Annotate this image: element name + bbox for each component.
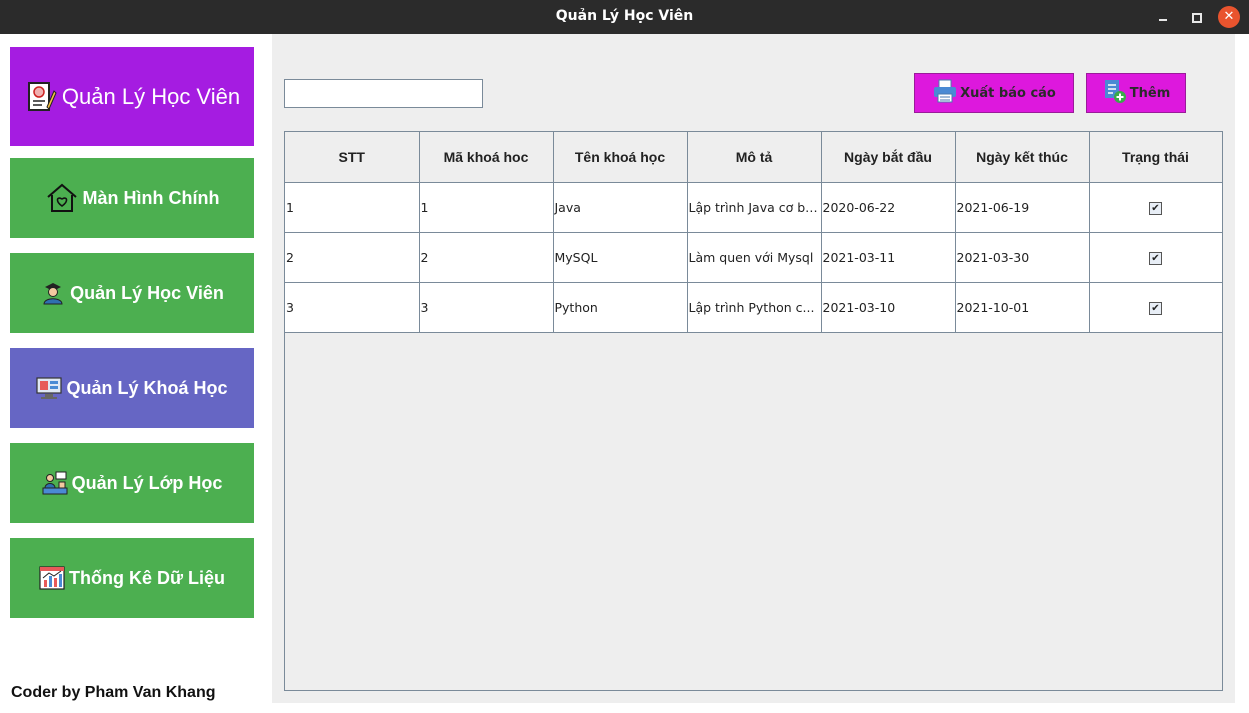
cell-course-name[interactable]: Java bbox=[553, 182, 688, 233]
sidebar: Quản Lý Học Viên Màn Hình Chính Quản Lý … bbox=[0, 34, 272, 713]
sidebar-item-students[interactable]: Quản Lý Học Viên bbox=[10, 253, 254, 333]
cell-start-date[interactable]: 2020-06-22 bbox=[821, 182, 956, 233]
sidebar-item-label: Quản Lý Lớp Học bbox=[71, 472, 223, 493]
sidebar-item-courses[interactable]: Quản Lý Khoá Học bbox=[10, 348, 254, 428]
status-checkbox[interactable]: ✔ bbox=[1149, 202, 1162, 215]
window-edge bbox=[1235, 34, 1249, 713]
table-row[interactable]: 1 1 Java Lập trình Java cơ bản 2020-06-2… bbox=[285, 182, 1223, 233]
cell-end-date[interactable]: 2021-03-30 bbox=[955, 232, 1090, 283]
sidebar-item-statistics[interactable]: Thống Kê Dữ Liệu bbox=[10, 538, 254, 618]
column-header-end-date[interactable]: Ngày kết thúc bbox=[955, 132, 1090, 183]
add-button[interactable]: Thêm bbox=[1086, 73, 1186, 113]
cell-start-date[interactable]: 2021-03-10 bbox=[821, 282, 956, 333]
cell-stt[interactable]: 1 bbox=[285, 182, 420, 233]
sidebar-item-classes[interactable]: Quản Lý Lớp Học bbox=[10, 443, 254, 523]
sidebar-item-label: Quản Lý Học Viên bbox=[70, 282, 224, 303]
add-label: Thêm bbox=[1129, 85, 1171, 101]
title-bar: Quản Lý Học Viên ✕ bbox=[0, 0, 1249, 34]
cell-course-code[interactable]: 3 bbox=[419, 282, 554, 333]
main-panel: Xuất báo cáo Thêm STT Mã khoá hoc Tên kh… bbox=[272, 34, 1235, 703]
home-icon bbox=[45, 181, 79, 215]
export-report-label: Xuất báo cáo bbox=[960, 85, 1056, 101]
cell-course-code[interactable]: 2 bbox=[419, 232, 554, 283]
column-header-status[interactable]: Trạng thái bbox=[1089, 132, 1223, 183]
add-document-icon bbox=[1102, 78, 1128, 108]
table-row[interactable]: 2 2 MySQL Làm quen với Mysql 2021-03-11 … bbox=[285, 232, 1223, 283]
cell-stt[interactable]: 3 bbox=[285, 282, 420, 333]
cell-description[interactable]: Làm quen với Mysql bbox=[687, 232, 822, 283]
courses-table[interactable]: STT Mã khoá hoc Tên khoá học Mô tả Ngày … bbox=[284, 131, 1223, 691]
status-checkbox[interactable]: ✔ bbox=[1149, 302, 1162, 315]
table-header-row: STT Mã khoá hoc Tên khoá học Mô tả Ngày … bbox=[285, 132, 1223, 183]
status-checkbox[interactable]: ✔ bbox=[1149, 252, 1162, 265]
minimize-icon[interactable] bbox=[1152, 6, 1174, 28]
cell-status[interactable]: ✔ bbox=[1089, 282, 1223, 333]
sidebar-header[interactable]: Quản Lý Học Viên bbox=[10, 47, 254, 146]
maximize-icon[interactable] bbox=[1185, 6, 1207, 28]
cell-course-code[interactable]: 1 bbox=[419, 182, 554, 233]
footer-credit: Coder by Pham Van Khang bbox=[11, 684, 216, 701]
cell-end-date[interactable]: 2021-06-19 bbox=[955, 182, 1090, 233]
cell-course-name[interactable]: MySQL bbox=[553, 232, 688, 283]
column-header-stt[interactable]: STT bbox=[285, 132, 420, 183]
statistics-icon bbox=[39, 565, 65, 591]
printer-icon bbox=[932, 78, 958, 108]
cell-description[interactable]: Lập trình Java cơ bản bbox=[687, 182, 822, 233]
sidebar-header-label: Quản Lý Học Viên bbox=[61, 83, 241, 109]
cell-course-name[interactable]: Python bbox=[553, 282, 688, 333]
window-title: Quản Lý Học Viên bbox=[555, 8, 694, 24]
student-icon bbox=[40, 280, 66, 306]
classroom-icon bbox=[42, 470, 68, 496]
certificate-icon bbox=[24, 80, 58, 114]
sidebar-item-label: Thống Kê Dữ Liệu bbox=[68, 567, 226, 588]
cell-status[interactable]: ✔ bbox=[1089, 232, 1223, 283]
export-report-button[interactable]: Xuất báo cáo bbox=[914, 73, 1074, 113]
table-row[interactable]: 3 3 Python Lập trình Python c... 2021-03… bbox=[285, 282, 1223, 333]
cell-end-date[interactable]: 2021-10-01 bbox=[955, 282, 1090, 333]
column-header-description[interactable]: Mô tả bbox=[687, 132, 822, 183]
sidebar-item-label: Màn Hình Chính bbox=[82, 187, 220, 208]
cell-status[interactable]: ✔ bbox=[1089, 182, 1223, 233]
sidebar-item-label: Quản Lý Khoá Học bbox=[66, 377, 228, 398]
cell-start-date[interactable]: 2021-03-11 bbox=[821, 232, 956, 283]
cell-description[interactable]: Lập trình Python c... bbox=[687, 282, 822, 333]
column-header-course-name[interactable]: Tên khoá học bbox=[553, 132, 688, 183]
course-icon bbox=[36, 375, 63, 401]
cell-stt[interactable]: 2 bbox=[285, 232, 420, 283]
search-input[interactable] bbox=[284, 79, 483, 108]
column-header-course-code[interactable]: Mã khoá hoc bbox=[419, 132, 554, 183]
close-icon[interactable]: ✕ bbox=[1218, 6, 1240, 28]
sidebar-item-home[interactable]: Màn Hình Chính bbox=[10, 158, 254, 238]
column-header-start-date[interactable]: Ngày bắt đầu bbox=[821, 132, 956, 183]
